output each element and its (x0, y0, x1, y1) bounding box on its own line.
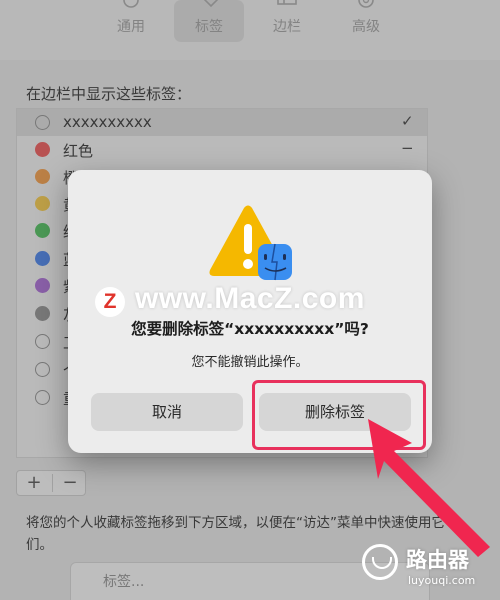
watermark-logo: Z (95, 287, 125, 317)
router-logo-icon (362, 544, 398, 580)
brand-watermark: 路由器 luyouqi.com (358, 538, 500, 600)
dialog-message: 您不能撤销此操作。 (191, 355, 309, 370)
brand-name: 路由器 (406, 548, 469, 572)
cancel-button[interactable]: 取消 (91, 393, 243, 431)
dialog-title: 您要删除标签“xxxxxxxxxx”吗? (131, 320, 369, 338)
brand-url: luyouqi.com (408, 574, 476, 587)
watermark-text: www.MacZ.com (135, 282, 365, 315)
finder-icon (258, 243, 292, 281)
warning-icon (209, 205, 292, 281)
